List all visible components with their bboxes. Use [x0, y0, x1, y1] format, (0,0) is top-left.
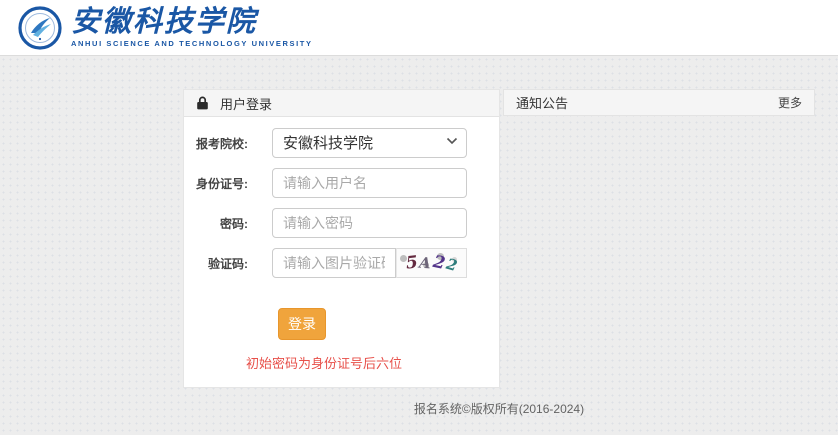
university-name: 安徽科技学院 — [71, 7, 313, 36]
school-label: 报考院校: — [184, 135, 248, 152]
captcha-row: 验证码: 5 A 2 2 — [184, 248, 499, 278]
password-label: 密码: — [184, 215, 248, 232]
captcha-char: A — [419, 255, 432, 271]
login-panel-title: 用户登录 — [220, 94, 272, 113]
captcha-input[interactable] — [272, 248, 396, 278]
notice-panel-header: 通知公告 更多 — [503, 89, 815, 116]
captcha-char: 5 — [405, 254, 419, 272]
school-select[interactable]: 安徽科技学院 — [272, 128, 467, 158]
login-button[interactable]: 登录 — [278, 308, 326, 340]
lock-icon — [196, 96, 209, 110]
captcha-label: 验证码: — [184, 255, 248, 272]
university-logo-text: 安徽科技学院 ANHUI SCIENCE AND TECHNOLOGY UNIV… — [71, 7, 313, 48]
id-input[interactable] — [272, 168, 467, 198]
school-row: 报考院校: 安徽科技学院 — [184, 128, 499, 158]
captcha-image[interactable]: 5 A 2 2 — [396, 248, 467, 278]
notice-panel: 通知公告 更多 — [503, 89, 815, 116]
initial-password-hint: 初始密码为身份证号后六位 — [246, 353, 499, 372]
login-panel-header: 用户登录 — [184, 90, 499, 117]
captcha-char: 2 — [445, 256, 459, 273]
school-select-wrap: 安徽科技学院 — [272, 128, 467, 158]
login-panel: 用户登录 报考院校: 安徽科技学院 — [183, 89, 500, 388]
password-row: 密码: — [184, 208, 499, 238]
copyright-footer: 报名系统©版权所有(2016-2024) — [183, 400, 815, 417]
password-input[interactable] — [272, 208, 467, 238]
main-content: 用户登录 报考院校: 安徽科技学院 — [183, 89, 815, 417]
site-header: 安徽科技学院 ANHUI SCIENCE AND TECHNOLOGY UNIV… — [0, 0, 838, 56]
notice-panel-title: 通知公告 — [516, 93, 568, 112]
notice-more-link[interactable]: 更多 — [778, 94, 802, 111]
university-name-en: ANHUI SCIENCE AND TECHNOLOGY UNIVERSITY — [71, 39, 313, 48]
id-row: 身份证号: — [184, 168, 499, 198]
id-label: 身份证号: — [184, 175, 248, 192]
login-form: 报考院校: 安徽科技学院 身份证号: — [184, 117, 499, 387]
university-logo-icon — [18, 6, 62, 50]
